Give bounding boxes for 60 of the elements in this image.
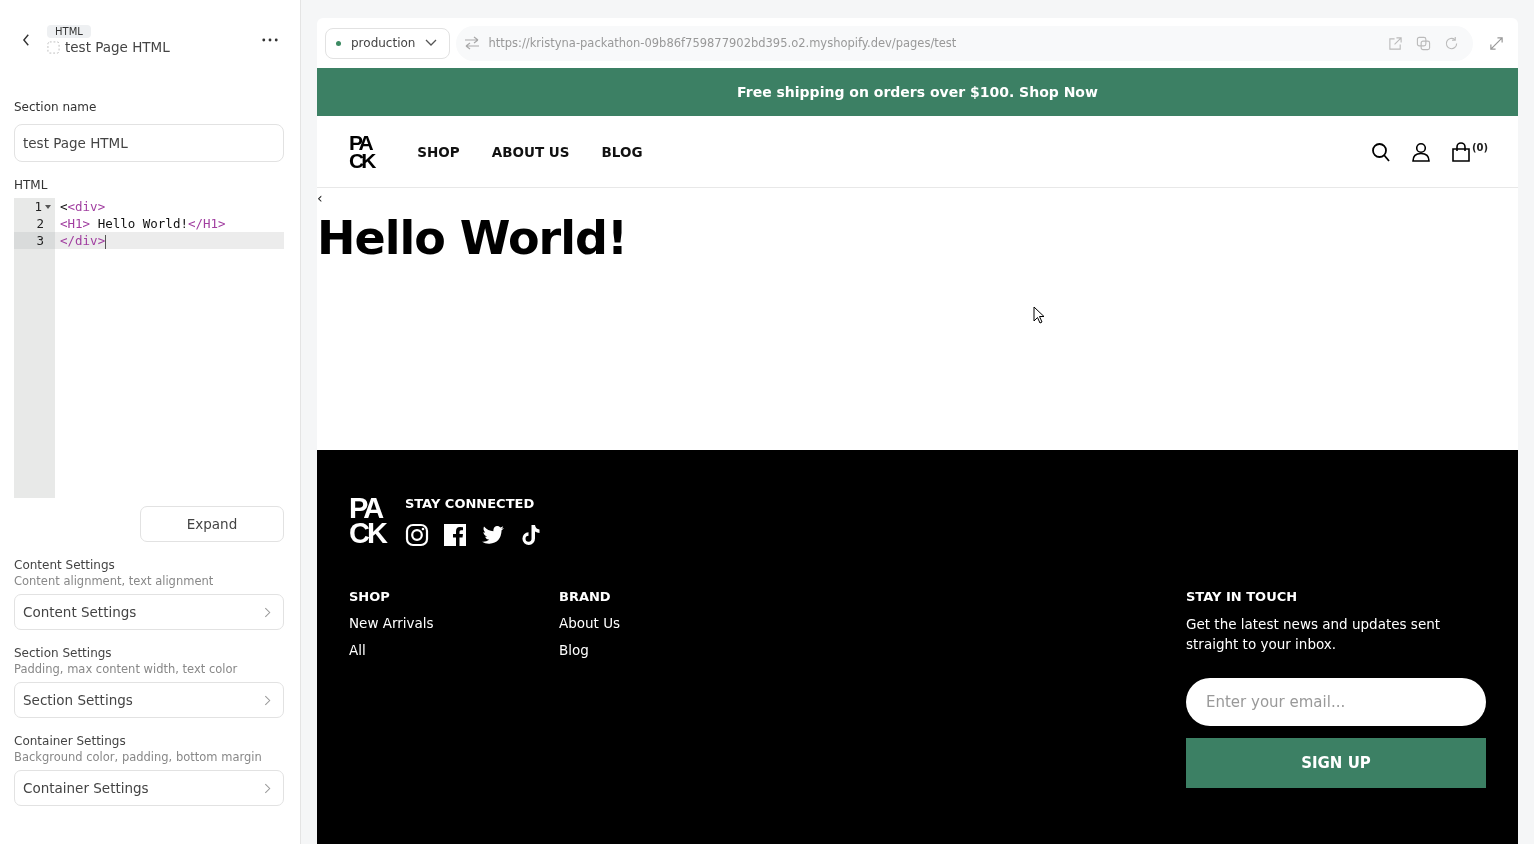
code-line: <H1> Hello World!</H1> [59, 215, 226, 232]
expand-icon[interactable] [1489, 35, 1504, 51]
setting-description: Content alignment, text alignment [14, 574, 215, 588]
settings-button[interactable]: Container Settings [14, 770, 284, 806]
twitter-icon[interactable] [480, 523, 505, 547]
line-number: 2 [36, 215, 44, 232]
setting-description: Padding, max content width, text color [14, 662, 239, 676]
instagram-icon[interactable] [404, 523, 429, 547]
field-label: Section name [14, 100, 98, 114]
footer-link[interactable]: About Us [559, 615, 769, 631]
email-field[interactable]: Enter your email... [1186, 678, 1486, 726]
line-number: 3 [36, 232, 44, 249]
section-title: test Page HTML [65, 39, 170, 55]
social-heading: STAY CONNECTED [404, 496, 536, 511]
nav-link[interactable]: BLOG [601, 143, 643, 160]
setting-description: Background color, padding, bottom margin [14, 750, 263, 764]
footer-heading: BRAND [559, 589, 612, 604]
environment-dropdown[interactable]: production [325, 27, 451, 59]
cursor-icon [1033, 306, 1045, 324]
more-icon[interactable] [262, 38, 278, 42]
page-heading: Hello World! [317, 211, 628, 265]
chevron-down-icon [425, 39, 438, 47]
announcement-text[interactable]: Free shipping on orders over $100. Shop Now [737, 84, 1098, 100]
chevron-right-icon [264, 782, 271, 794]
setting-title: Container Settings [14, 734, 127, 748]
type-badge: HTML [47, 25, 91, 38]
expand-button[interactable]: Expand [140, 506, 284, 542]
nav-link[interactable]: SHOP [417, 143, 460, 160]
back-icon[interactable] [22, 33, 31, 47]
footer-link[interactable]: All [349, 642, 559, 658]
setting-title: Content Settings [14, 558, 116, 572]
footer-heading: SHOP [349, 589, 391, 604]
footer-link[interactable]: New Arrivals [349, 615, 559, 631]
section-name-field[interactable]: test Page HTML [14, 124, 284, 162]
fold-caret-icon[interactable] [45, 204, 51, 209]
footer-link[interactable]: Blog [559, 642, 769, 658]
code-editor[interactable]: 1 <<div> 2 <H1> Hello World!</H1> 3 </div> [14, 198, 284, 498]
url-text: https://kristyna-packathon-09b86f759877902bd395.o2.myshopify.dev/pages/test [488, 36, 958, 50]
sign-up-button[interactable]: SIGN UP [1186, 738, 1486, 788]
logo[interactable]: PA CK [349, 133, 374, 170]
code-line: <<div> [59, 198, 106, 215]
settings-button[interactable]: Section Settings [14, 682, 284, 718]
line-number: 1 [34, 198, 42, 215]
facebook-icon[interactable] [442, 523, 467, 547]
user-icon[interactable] [1410, 141, 1431, 162]
bag-icon[interactable] [1450, 141, 1471, 162]
code-line: </div> [59, 232, 107, 249]
footer-logo[interactable]: PA CK [349, 496, 385, 546]
newsletter-heading: STAY IN TOUCH [1186, 589, 1299, 604]
settings-button[interactable]: Content Settings [14, 594, 284, 630]
chevron-right-icon [264, 606, 271, 618]
newsletter-text: Get the latest news and updates sent straight to your inbox. [1186, 615, 1442, 654]
field-label: HTML [14, 178, 49, 192]
chevron-right-icon [264, 694, 271, 706]
section-icon [47, 40, 60, 54]
search-icon[interactable] [1370, 141, 1391, 162]
setting-title: Section Settings [14, 646, 113, 660]
nav-link[interactable]: ABOUT US [491, 143, 570, 160]
back-mark[interactable]: ‹ [317, 191, 1518, 205]
cart-count: (0) [1471, 141, 1488, 153]
